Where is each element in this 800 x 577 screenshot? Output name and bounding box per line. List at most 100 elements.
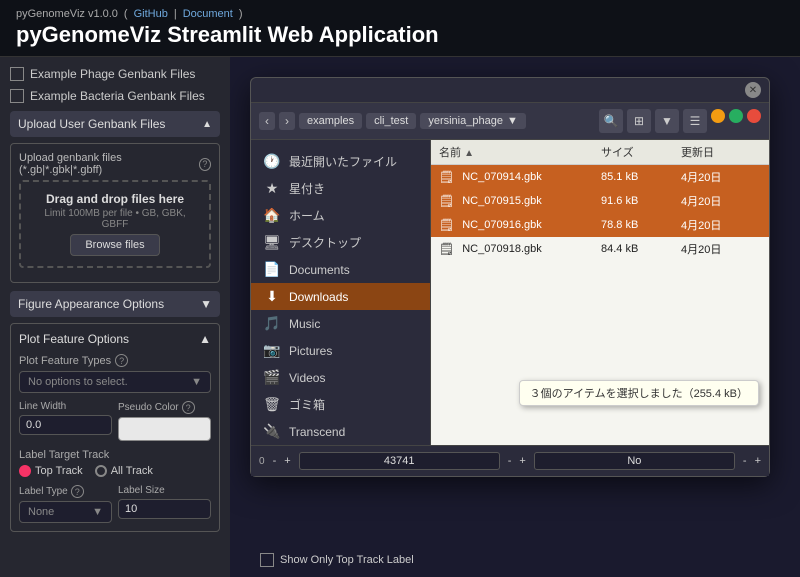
bottom-plus3: + <box>755 455 761 467</box>
content-area: ✕ ‹ › examples cli_test yersinia_phage ▼… <box>230 57 800 577</box>
label-type-label: Label Type ? <box>19 485 112 498</box>
bottom-separator2: - <box>508 455 512 467</box>
close-window-btn[interactable] <box>747 109 761 123</box>
drop-main-text: Drag and drop files here <box>31 192 199 206</box>
file-name-3: NC_070918.gbk <box>462 243 542 255</box>
file-icon-2: 🗒 <box>439 218 454 232</box>
line-width-field: Line Width <box>19 401 112 441</box>
nav-label-2: ホーム <box>289 207 325 224</box>
bottom-no-field[interactable]: No <box>534 452 735 470</box>
upload-section-title: Upload User Genbank Files <box>18 117 165 131</box>
upload-section-header[interactable]: Upload User Genbank Files ▲ <box>10 111 220 137</box>
label-size-field: Label Size <box>118 485 211 523</box>
dropzone[interactable]: Drag and drop files here Limit 100MB per… <box>19 180 211 268</box>
figure-chevron-icon: ▼ <box>200 297 212 311</box>
nav-label-1: 星付き <box>289 180 325 197</box>
nav-icon-8: 🎬 <box>263 369 281 386</box>
file-name-cell-3: 🗒 NC_070918.gbk <box>439 242 601 256</box>
file-date-2: 4月20日 <box>681 217 761 233</box>
grid-view-btn[interactable]: ⊞ <box>627 109 651 133</box>
nav-icon-5: ⬇ <box>263 288 281 305</box>
nav-item-1[interactable]: ★星付き <box>251 175 430 202</box>
file-name-2: NC_070916.gbk <box>462 219 542 231</box>
figure-section-label: Figure Appearance Options <box>18 297 164 311</box>
nav-label-4: Documents <box>289 263 350 277</box>
pseudo-color-picker[interactable] <box>118 417 211 441</box>
label-type-info-icon[interactable]: ? <box>71 485 84 498</box>
file-row-2[interactable]: 🗒 NC_070916.gbk 78.8 kB 4月20日 <box>431 213 769 237</box>
example-phage-checkbox[interactable] <box>10 67 24 81</box>
nav-icon-3: 🖥 <box>263 234 281 251</box>
line-width-label: Line Width <box>19 401 112 412</box>
nav-icon-9: 🗑 <box>263 396 281 413</box>
dropdown-view-btn[interactable]: ▼ <box>655 109 679 133</box>
top-track-dot <box>19 465 31 477</box>
nav-item-3[interactable]: 🖥デスクトップ <box>251 229 430 256</box>
figure-section[interactable]: Figure Appearance Options ▼ <box>10 291 220 317</box>
file-row-3[interactable]: 🗒 NC_070918.gbk 84.4 kB 4月20日 <box>431 237 769 261</box>
dialog-close-button[interactable]: ✕ <box>745 82 761 98</box>
upload-label: Upload genbank files (*.gb|*.gbk|*.gbff)… <box>19 152 211 176</box>
upload-info-icon[interactable]: ? <box>199 158 211 171</box>
file-name-1: NC_070915.gbk <box>462 195 542 207</box>
breadcrumb-dropdown-icon: ▼ <box>507 115 518 127</box>
status-text: ３個のアイテムを選択しました（255.4 kB） <box>530 388 748 400</box>
example-bacteria-row[interactable]: Example Bacteria Genbank Files <box>10 89 220 103</box>
browse-button[interactable]: Browse files <box>70 234 159 256</box>
nav-item-2[interactable]: 🏠ホーム <box>251 202 430 229</box>
breadcrumb-cli-test[interactable]: cli_test <box>366 113 416 129</box>
file-date-0: 4月20日 <box>681 169 761 185</box>
drop-sub-text: Limit 100MB per file • GB, GBK, GBFF <box>31 208 199 230</box>
file-dialog: ✕ ‹ › examples cli_test yersinia_phage ▼… <box>250 77 770 477</box>
file-name-0: NC_070914.gbk <box>462 171 542 183</box>
file-table-header: 名前 ▲ サイズ 更新日 <box>431 140 769 165</box>
all-track-radio[interactable]: All Track <box>95 465 153 477</box>
nav-item-8[interactable]: 🎬Videos <box>251 364 430 391</box>
search-icon-btn[interactable]: 🔍 <box>599 109 623 133</box>
file-row-0[interactable]: 🗒 NC_070914.gbk 85.1 kB 4月20日 <box>431 165 769 189</box>
github-link[interactable]: GitHub <box>134 8 168 20</box>
upload-section: Upload genbank files (*.gb|*.gbk|*.gbff)… <box>10 143 220 283</box>
nav-item-7[interactable]: 📷Pictures <box>251 337 430 364</box>
nav-item-9[interactable]: 🗑ゴミ箱 <box>251 391 430 418</box>
breadcrumb-yersinia[interactable]: yersinia_phage ▼ <box>420 113 526 129</box>
file-left-panel: 🕐最近開いたファイル★星付き🏠ホーム🖥デスクトップ 📄 Documents ⬇ Down… <box>251 140 431 445</box>
file-icon-3: 🗒 <box>439 242 454 256</box>
forward-button[interactable]: › <box>279 112 295 130</box>
file-size-0: 85.1 kB <box>601 171 681 183</box>
bottom-mid-field[interactable]: 43741 <box>299 452 500 470</box>
file-list: 🗒 NC_070914.gbk 85.1 kB 4月20日 🗒 NC_07091… <box>431 165 769 261</box>
nav-icon-4: 📄 <box>263 261 281 278</box>
minimize-btn[interactable] <box>711 109 725 123</box>
pseudo-color-info-icon[interactable]: ? <box>182 401 195 414</box>
plot-feature-select[interactable]: No options to select. ▼ <box>19 371 211 393</box>
nav-item-5[interactable]: ⬇ Downloads <box>251 283 430 310</box>
example-phage-row[interactable]: Example Phage Genbank Files <box>10 67 220 81</box>
dialog-bottombar: 0 - + 43741 - + No - + <box>251 445 769 476</box>
status-tooltip: ３個のアイテムを選択しました（255.4 kB） <box>519 380 759 406</box>
top-track-radio[interactable]: Top Track <box>19 465 83 477</box>
nav-label-5: Downloads <box>289 290 348 304</box>
show-top-label-checkbox[interactable] <box>260 553 274 567</box>
nav-item-6[interactable]: 🎵Music <box>251 310 430 337</box>
breadcrumb-examples[interactable]: examples <box>299 113 362 129</box>
nav-icon-10: 🔌 <box>263 423 281 440</box>
example-bacteria-checkbox[interactable] <box>10 89 24 103</box>
plot-section: Plot Feature Options ▲ Plot Feature Type… <box>10 323 220 532</box>
back-button[interactable]: ‹ <box>259 112 275 130</box>
file-name-cell-0: 🗒 NC_070914.gbk <box>439 170 601 184</box>
plot-section-title: Plot Feature Options <box>19 332 129 346</box>
no-options-text: No options to select. <box>28 376 128 388</box>
maximize-btn[interactable] <box>729 109 743 123</box>
label-type-size-row: Label Type ? None ▼ Label Size <box>19 485 211 523</box>
list-view-btn[interactable]: ☰ <box>683 109 707 133</box>
label-size-input[interactable] <box>118 499 211 519</box>
nav-item-0[interactable]: 🕐最近開いたファイル <box>251 148 430 175</box>
line-width-input[interactable] <box>19 415 112 435</box>
doc-link[interactable]: Document <box>183 8 233 20</box>
label-type-select[interactable]: None ▼ <box>19 501 112 523</box>
file-row-1[interactable]: 🗒 NC_070915.gbk 91.6 kB 4月20日 <box>431 189 769 213</box>
plot-feature-info-icon[interactable]: ? <box>115 354 128 367</box>
nav-item-10[interactable]: 🔌Transcend <box>251 418 430 445</box>
nav-item-4[interactable]: 📄 Documents <box>251 256 430 283</box>
